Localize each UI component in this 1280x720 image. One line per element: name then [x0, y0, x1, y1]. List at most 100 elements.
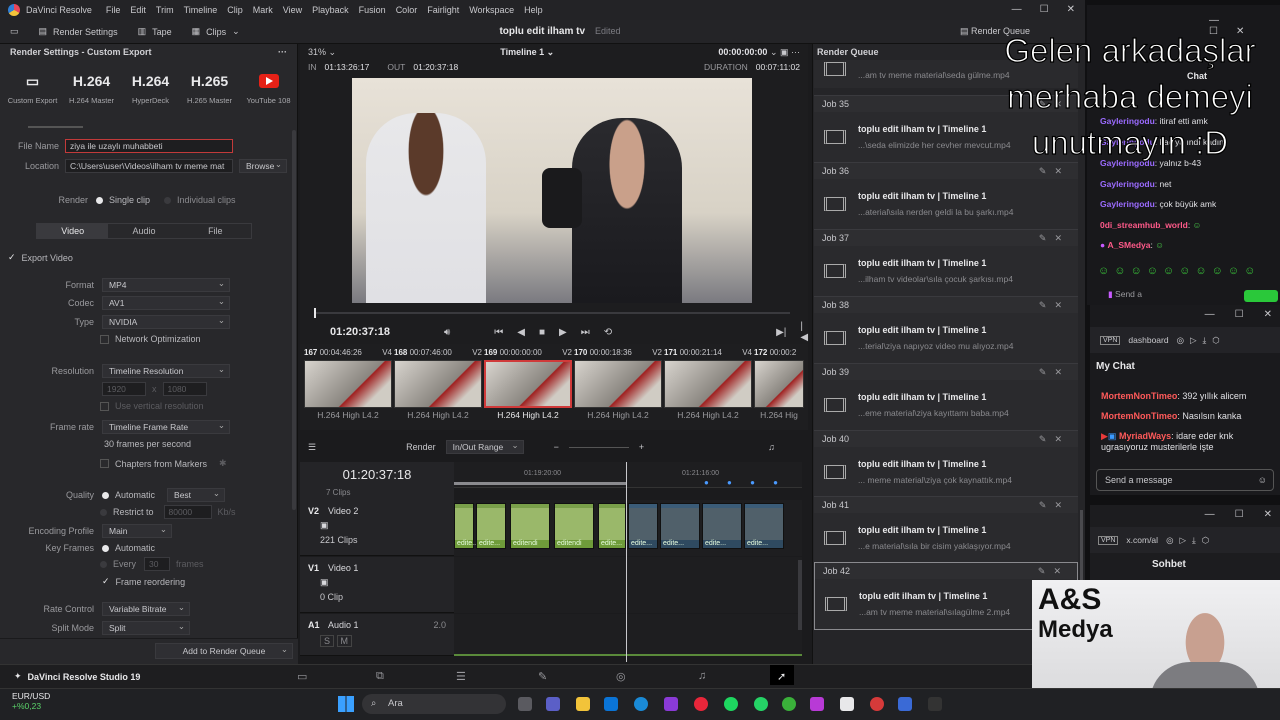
menu-help[interactable]: Help: [524, 5, 543, 15]
loop-icon[interactable]: ⟲: [604, 327, 612, 338]
timeline-ruler[interactable]: 01:19:20:00 01:21:16:00 ● ● ● ●: [454, 462, 802, 488]
viewer-options-icon[interactable]: ▣ ···: [780, 47, 800, 57]
edit-delete-icon[interactable]: ✎✕: [1039, 367, 1070, 378]
menu-color[interactable]: Color: [396, 5, 418, 15]
clip-thumbnail[interactable]: 172 00:00:2 H.264 Hig: [754, 348, 804, 420]
menu-mark[interactable]: Mark: [253, 5, 273, 15]
menu-playback[interactable]: Playback: [312, 5, 349, 15]
color-page-icon[interactable]: ◎: [616, 670, 626, 683]
quality-select[interactable]: Best: [167, 487, 226, 502]
edit-delete-icon[interactable]: ✎✕: [1039, 300, 1070, 311]
file-name-input[interactable]: ziya ile uzaylı muhabbeti: [65, 139, 233, 153]
chat2-window-controls[interactable]: — ☐ ✕: [1090, 305, 1280, 327]
vertical-resolution-checkbox[interactable]: [100, 401, 109, 411]
network-optimization-checkbox[interactable]: [100, 334, 109, 344]
chat2-message-input[interactable]: Send a message ☺: [1096, 469, 1274, 491]
type-select[interactable]: NVIDIA: [102, 314, 230, 329]
track-header-v1[interactable]: V1 Video 1 ▣ 0 Clip: [300, 557, 454, 613]
render-job[interactable]: Job 37 ✎✕ toplu edit ilham tv | Timeline 1…: [814, 229, 1078, 296]
go-to-end-icon[interactable]: ⏭: [581, 327, 590, 338]
preset-scrollbar[interactable]: [28, 126, 83, 128]
menu-timeline[interactable]: Timeline: [184, 5, 218, 15]
chapters-checkbox[interactable]: [100, 459, 109, 468]
prev-clip-icon[interactable]: |◀: [800, 321, 808, 343]
scrubber[interactable]: [314, 312, 790, 314]
task-view-icon[interactable]: [518, 697, 532, 711]
app-icon[interactable]: [870, 697, 884, 711]
timeline-clip[interactable]: edite...: [454, 503, 478, 549]
quality-automatic-radio[interactable]: [102, 491, 109, 499]
rate-control-select[interactable]: Variable Bitrate: [102, 601, 190, 616]
fairlight-page-icon[interactable]: ♫: [698, 670, 706, 682]
zoom-slider[interactable]: [568, 446, 629, 448]
go-to-start-icon[interactable]: ⏮: [494, 327, 503, 338]
clip-thumbnail[interactable]: 170 00:00:18:36 V2 H.264 High L4.2: [574, 348, 662, 420]
split-mode-select[interactable]: Split: [102, 620, 190, 635]
whatsapp-icon[interactable]: [754, 697, 768, 711]
chat2-url[interactable]: dashboard: [1128, 335, 1168, 345]
spotify-icon[interactable]: [724, 697, 738, 711]
timeline-scrollbar[interactable]: [798, 560, 802, 630]
track-lock-icon[interactable]: ▣: [320, 577, 446, 588]
maximize-icon[interactable]: ☐: [1040, 4, 1049, 15]
menu-workspace[interactable]: Workspace: [469, 5, 514, 15]
more-options-icon[interactable]: ···: [278, 47, 287, 57]
render-job[interactable]: Job 39 ✎✕ toplu edit ilham tv | Timeline 1…: [814, 363, 1078, 430]
chat1-send-input[interactable]: ▮ Send a: [1108, 289, 1142, 300]
track-lock-icon[interactable]: ▣: [320, 520, 446, 531]
opera-icon[interactable]: [694, 697, 708, 711]
lane-v1[interactable]: [454, 557, 802, 613]
playhead[interactable]: [626, 462, 627, 662]
edit-delete-icon[interactable]: ✎✕: [1039, 233, 1070, 244]
settings-scrollbar[interactable]: [292, 130, 296, 510]
add-to-render-queue-button[interactable]: Add to Render Queue: [155, 642, 293, 659]
timeline-clip[interactable]: edite...: [598, 503, 626, 549]
tab-video[interactable]: Video: [37, 224, 109, 238]
timeline-clip[interactable]: edite...: [476, 503, 506, 549]
emoji-icon[interactable]: ☺: [1258, 470, 1267, 490]
menu-clip[interactable]: Clip: [227, 5, 243, 15]
menu-file[interactable]: File: [106, 5, 121, 15]
resolution-select[interactable]: Timeline Resolution: [102, 363, 230, 378]
frame-rate-select[interactable]: Timeline Frame Rate: [102, 419, 230, 434]
timeline-clip[interactable]: edite...: [744, 503, 784, 549]
menu-edit[interactable]: Edit: [130, 5, 146, 15]
outlook-icon[interactable]: [604, 697, 618, 711]
tab-audio[interactable]: Audio: [108, 224, 179, 238]
clip-thumbnail-selected[interactable]: 169 00:00:00:00 V2 H.264 High L4.2: [484, 348, 572, 420]
timeline-view-icon[interactable]: ☰: [308, 442, 316, 453]
chat3-window-controls[interactable]: — ☐ ✕: [1090, 505, 1280, 527]
render-job[interactable]: Job 36 ✎✕ toplu edit ilham tv | Timeline 1…: [814, 162, 1078, 229]
obs-icon[interactable]: [810, 697, 824, 711]
zoom-select[interactable]: 31% ⌄: [308, 47, 336, 58]
menu-fusion[interactable]: Fusion: [359, 5, 386, 15]
taskbar-search[interactable]: ⌕ Ara: [362, 694, 506, 714]
render-job[interactable]: Job 41 ✎✕ toplu edit ilham tv | Timeline 1…: [814, 496, 1078, 563]
preset-custom-export[interactable]: ▭ Custom Export: [4, 66, 61, 106]
lane-a1[interactable]: [454, 614, 802, 656]
teams-icon[interactable]: [546, 697, 560, 711]
timeline-clip[interactable]: edite...: [628, 503, 658, 549]
preset-h264-master[interactable]: H.264 H.264 Master: [63, 66, 120, 105]
minimize-icon[interactable]: —: [1012, 4, 1022, 15]
music-icon[interactable]: ♫: [768, 442, 775, 452]
encoding-profile-select[interactable]: Main: [102, 523, 172, 538]
bitrate-input[interactable]: 80000: [163, 505, 212, 519]
media-page-icon[interactable]: ▭: [297, 670, 307, 683]
store-icon[interactable]: [664, 697, 678, 711]
edit-delete-icon[interactable]: ✎✕: [1038, 566, 1069, 577]
keyframes-every-radio[interactable]: [100, 560, 107, 568]
davinci-taskbar-icon[interactable]: [898, 697, 912, 711]
lane-v2[interactable]: edite... edite... editendi editendi edit…: [454, 500, 802, 556]
currency-widget[interactable]: EUR/USD +%0,23: [12, 691, 50, 711]
marker-icon[interactable]: ● ● ● ●: [704, 478, 786, 487]
zoom-in-icon[interactable]: +: [639, 442, 644, 452]
restrict-radio[interactable]: [100, 508, 107, 516]
track-header-v2[interactable]: V2 Video 2 ▣ 221 Clips: [300, 500, 454, 556]
audio-icon[interactable]: 🔊︎: [444, 327, 450, 338]
timeline-clip[interactable]: editendi: [554, 503, 594, 549]
location-input[interactable]: C:\Users\user\Videos\ilham tv meme mat: [65, 159, 233, 173]
tape-button[interactable]: ▥ Tape: [128, 26, 182, 37]
menu-trim[interactable]: Trim: [156, 5, 174, 15]
scrubber-handle[interactable]: [314, 308, 316, 318]
